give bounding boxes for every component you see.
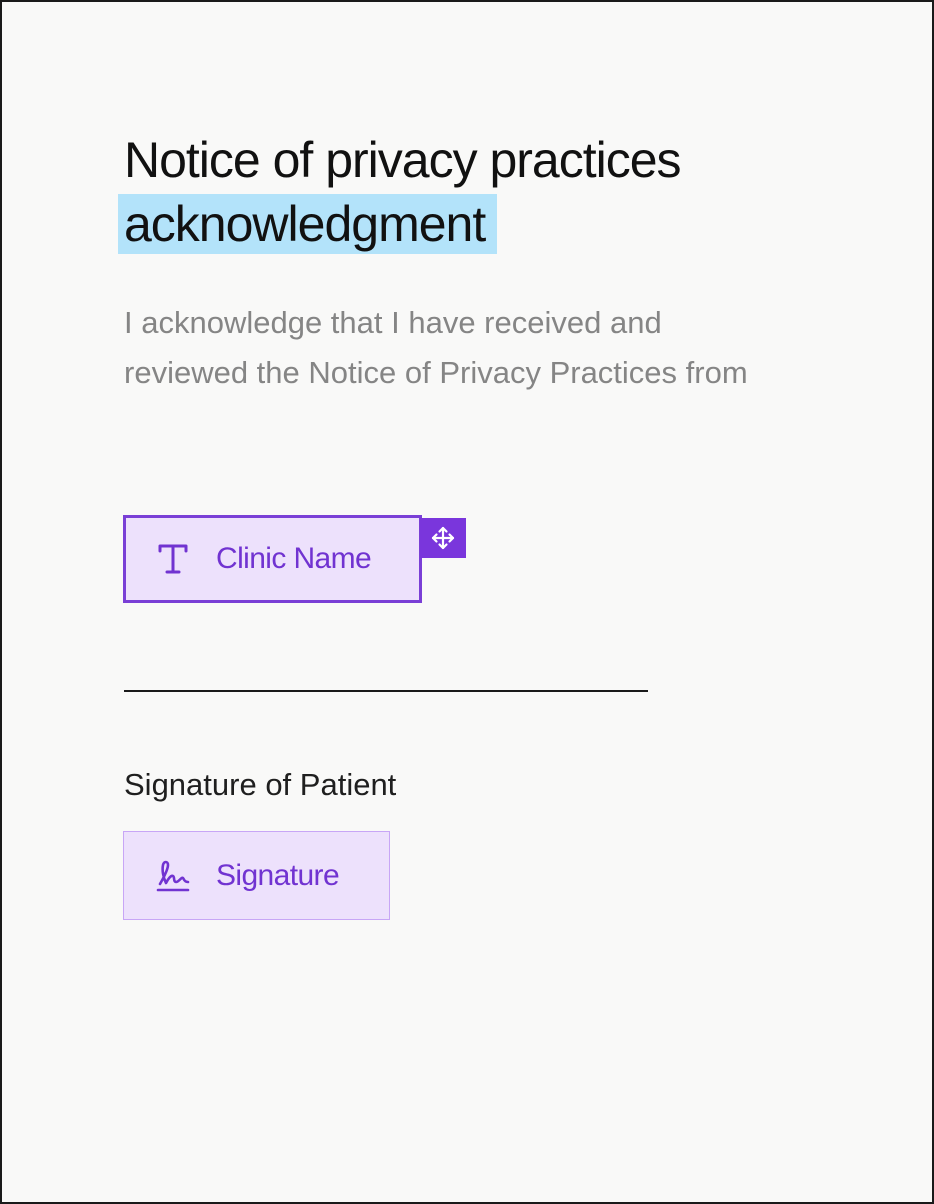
clinic-name-label: Clinic Name xyxy=(216,542,372,575)
title-line-2-highlighted[interactable]: acknowledgment xyxy=(118,194,498,254)
document-page: Notice of privacy practices acknowledgme… xyxy=(0,0,934,1204)
title-line-1: Notice of privacy practices xyxy=(124,132,682,188)
signature-field[interactable]: Signature xyxy=(123,831,390,920)
signature-icon xyxy=(156,860,190,891)
clinic-name-field[interactable]: Clinic Name xyxy=(123,515,422,603)
acknowledgment-text: I acknowledge that I have received and r… xyxy=(124,305,748,390)
signature-caption: Signature of Patient xyxy=(124,767,397,802)
signature-label: Signature xyxy=(216,858,340,892)
page-title: Notice of privacy practices acknowledgme… xyxy=(118,128,682,256)
signature-line xyxy=(124,690,648,692)
text-field-icon xyxy=(158,544,188,574)
move-arrows-icon xyxy=(431,526,455,550)
move-handle-button[interactable] xyxy=(420,518,466,558)
